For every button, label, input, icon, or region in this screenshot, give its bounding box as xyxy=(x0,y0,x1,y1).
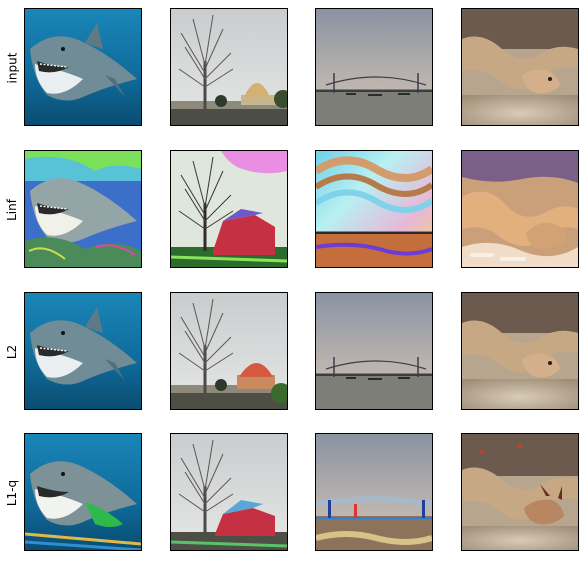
image-l1q-bridge xyxy=(315,433,433,551)
image-l2-tree-barn xyxy=(170,292,288,410)
image-l2-bridge xyxy=(315,292,433,410)
row-label-input: input xyxy=(5,52,19,84)
image-linf-bridge xyxy=(315,150,433,268)
image-l2-shark xyxy=(24,292,142,410)
image-l1q-shark xyxy=(24,433,142,551)
image-linf-tree-barn xyxy=(170,150,288,268)
image-input-tree-dome xyxy=(170,8,288,126)
image-input-shark xyxy=(24,8,142,126)
image-input-snake xyxy=(461,8,579,126)
row-label-linf: Linf xyxy=(4,199,19,221)
image-grid-figure: input Linf L2 L1-q xyxy=(0,0,586,561)
row-label-l1q: L1-q xyxy=(5,479,19,507)
image-l2-snake xyxy=(461,292,579,410)
row-label-l2: L2 xyxy=(4,344,19,360)
image-l1q-tree-barn xyxy=(170,433,288,551)
image-l1q-snake xyxy=(461,433,579,551)
image-input-bridge xyxy=(315,8,433,126)
image-linf-snake xyxy=(461,150,579,268)
image-linf-shark xyxy=(24,150,142,268)
